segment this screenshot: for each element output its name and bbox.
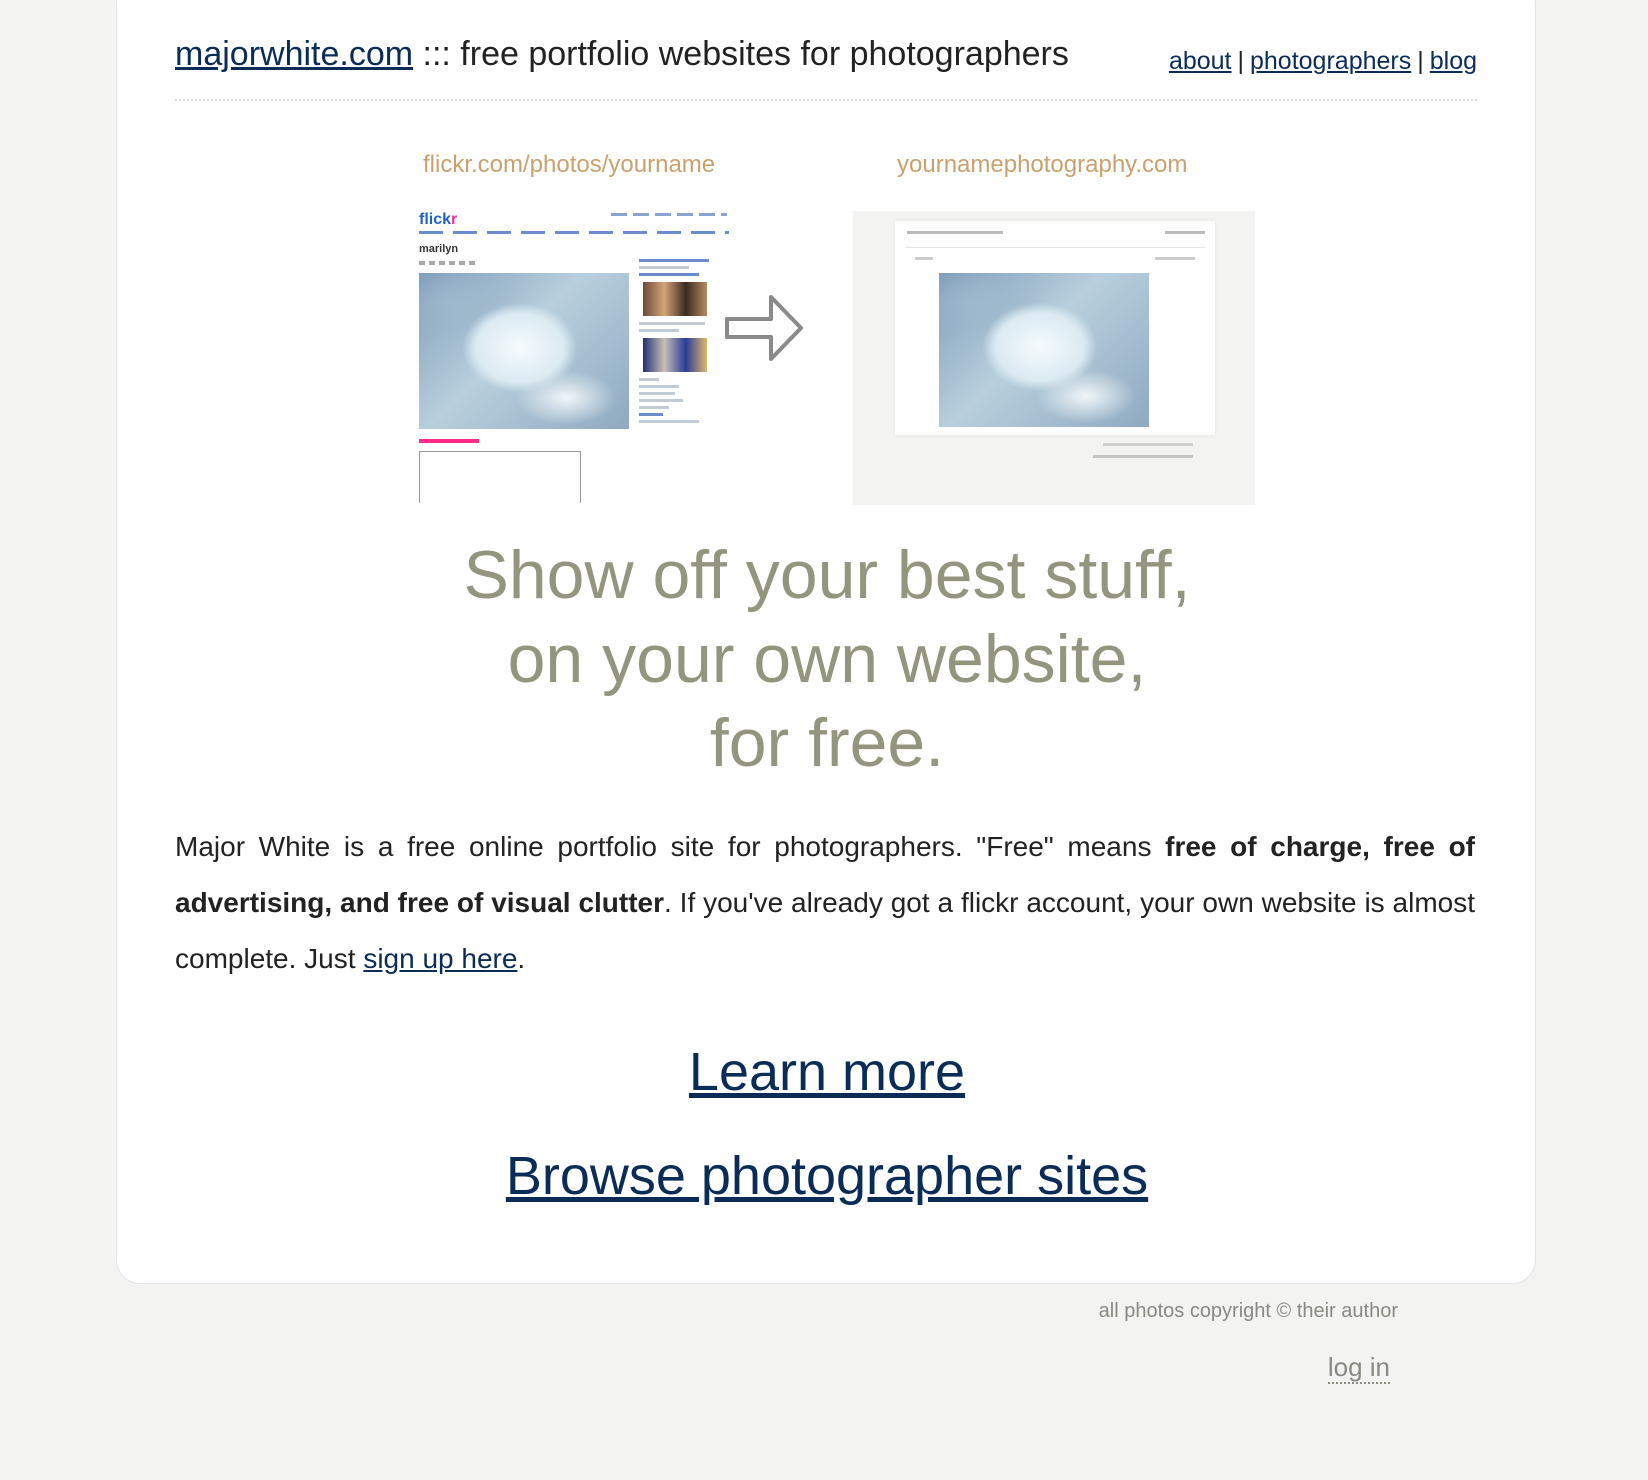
header: majorwhite.com ::: free portfolio websit… [175,31,1477,101]
flickr-comment-label [419,439,479,443]
flickr-url-caption: flickr.com/photos/yourname [423,151,716,178]
flickr-to-website-diagram: flickr.com/photos/yourname yournamephoto… [117,151,1537,511]
copyright-notice: all photos copyright © their author [1098,1300,1398,1322]
flickr-top-links [611,213,727,216]
nav-separator: | [1237,47,1245,75]
main-card: majorwhite.com ::: free portfolio websit… [116,0,1536,1284]
website-url-caption: yournamephotography.com [897,151,1188,178]
log-in-link[interactable]: log in [1327,1352,1390,1384]
home-link[interactable]: majorwhite.com [175,35,413,73]
flickr-photo-image [419,273,629,429]
flickr-sidebar [639,255,729,495]
nav-photographers-link[interactable]: photographers [1250,47,1411,75]
headline-line-2: on your own website, [507,621,1147,697]
intro-paragraph: Major White is a free online portfolio s… [175,831,1475,974]
nav-about-link[interactable]: about [1169,47,1232,75]
headline-line-1: Show off your best stuff, [463,537,1191,613]
headline-line-3: for free. [709,705,945,781]
flickr-nav-bar [419,231,729,234]
flickr-logo: flickr [419,211,458,228]
hero-headline: Show off your best stuff, on your own we… [117,533,1537,785]
flickr-photo-title: marilyn [419,243,459,255]
site-title: majorwhite.com ::: free portfolio websit… [175,35,1069,74]
browse-row: Browse photographer sites [117,1145,1537,1207]
portfolio-photo-image [939,273,1149,427]
learn-more-row: Learn more [117,1041,1537,1103]
sign-up-link[interactable]: sign up here [363,943,517,974]
browse-photographer-sites-link[interactable]: Browse photographer sites [506,1146,1148,1206]
nav-blog-link[interactable]: blog [1430,47,1477,75]
portfolio-site-screenshot [853,211,1255,505]
flickr-page-screenshot: flickr marilyn [381,199,781,503]
learn-more-link[interactable]: Learn more [689,1042,965,1102]
portfolio-site-card [895,221,1215,435]
site-tagline: ::: free portfolio websites for photogra… [413,35,1069,73]
nav-separator: | [1417,47,1424,75]
top-nav: about | photographers | blog [1169,47,1477,76]
arrow-right-icon [725,295,803,361]
flickr-comment-box [419,451,581,503]
flickr-photo-tools [419,261,479,265]
